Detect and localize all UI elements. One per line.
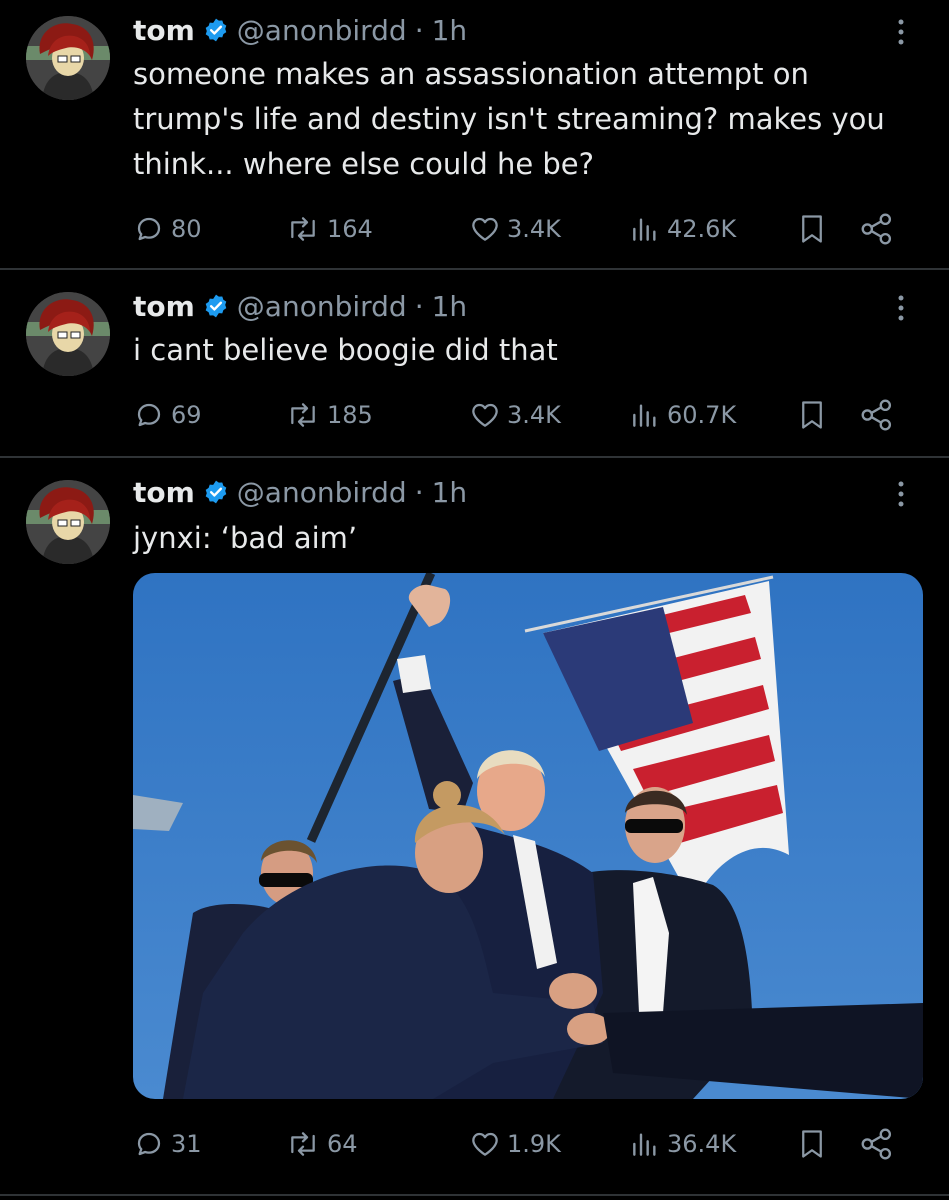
display-name[interactable]: tom xyxy=(133,14,195,47)
retweet-count: 185 xyxy=(327,401,373,429)
like-button[interactable]: 1.9K xyxy=(469,1124,561,1164)
avatar[interactable] xyxy=(26,292,110,376)
reply-button[interactable]: 69 xyxy=(133,395,202,435)
share-icon xyxy=(861,399,892,431)
bookmark-button[interactable] xyxy=(797,395,833,435)
more-icon[interactable] xyxy=(889,290,913,326)
tweet-text: i cant believe boogie did that xyxy=(133,333,558,367)
retweet-icon xyxy=(291,403,315,427)
retweet-count: 64 xyxy=(327,1130,358,1158)
more-icon[interactable] xyxy=(889,14,913,50)
retweet-button[interactable]: 185 xyxy=(285,395,373,435)
retweet-icon xyxy=(291,217,315,241)
timestamp[interactable]: 1h xyxy=(432,14,468,47)
views-icon xyxy=(633,404,656,427)
retweet-icon xyxy=(291,1132,315,1156)
like-button[interactable]: 3.4K xyxy=(469,209,561,249)
retweet-button[interactable]: 164 xyxy=(285,209,373,249)
verified-badge-icon xyxy=(205,480,227,504)
tweet-1[interactable]: tom @anonbirdd · 1h someone makes an ass… xyxy=(0,0,949,268)
reply-count: 31 xyxy=(171,1130,202,1158)
avatar[interactable] xyxy=(26,480,110,564)
retweet-button[interactable]: 64 xyxy=(285,1124,358,1164)
like-count: 3.4K xyxy=(507,401,561,429)
share-icon xyxy=(861,1128,892,1160)
tweet-header: tom @anonbirdd · 1h xyxy=(133,474,467,510)
reply-icon xyxy=(137,403,161,427)
handle[interactable]: @anonbirdd xyxy=(237,476,407,509)
views-button[interactable]: 60.7K xyxy=(629,395,736,435)
share-button[interactable] xyxy=(859,395,901,435)
verified-badge-icon xyxy=(205,18,227,42)
views-icon xyxy=(633,1133,656,1156)
handle[interactable]: @anonbirdd xyxy=(237,14,407,47)
more-icon[interactable] xyxy=(889,476,913,512)
views-count: 42.6K xyxy=(667,215,737,243)
bookmark-icon xyxy=(802,401,822,429)
reply-icon xyxy=(137,217,161,241)
reply-button[interactable]: 80 xyxy=(133,209,202,249)
action-bar: 80 164 3.4K 42.6K xyxy=(133,209,923,249)
like-button[interactable]: 3.4K xyxy=(469,395,561,435)
reply-count: 80 xyxy=(171,215,202,243)
bookmark-icon xyxy=(802,1130,822,1158)
timestamp[interactable]: 1h xyxy=(432,290,468,323)
views-button[interactable]: 42.6K xyxy=(629,209,736,249)
avatar[interactable] xyxy=(26,16,110,100)
share-button[interactable] xyxy=(859,1124,901,1164)
tweet-text: jynxi: ‘bad aim’ xyxy=(133,521,358,555)
like-icon xyxy=(472,1132,498,1156)
views-button[interactable]: 36.4K xyxy=(629,1124,736,1164)
separator: · xyxy=(414,13,424,47)
tweet-text: someone makes an assassionation attempt … xyxy=(133,57,885,181)
divider xyxy=(0,1194,949,1196)
share-button[interactable] xyxy=(859,209,901,249)
reply-button[interactable]: 31 xyxy=(133,1124,202,1164)
timestamp[interactable]: 1h xyxy=(432,476,468,509)
reply-icon xyxy=(137,1132,161,1156)
reply-count: 69 xyxy=(171,401,202,429)
tweet-3[interactable]: tom @anonbirdd · 1h jynxi: ‘bad aim’ 31 … xyxy=(0,458,949,1194)
action-bar: 69 185 3.4K 60.7K xyxy=(133,395,923,435)
views-count: 36.4K xyxy=(667,1130,737,1158)
tweet-2[interactable]: tom @anonbirdd · 1h i cant believe boogi… xyxy=(0,270,949,456)
bookmark-icon xyxy=(802,215,822,243)
separator: · xyxy=(414,289,424,323)
separator: · xyxy=(414,475,424,509)
display-name[interactable]: tom xyxy=(133,290,195,323)
display-name[interactable]: tom xyxy=(133,476,195,509)
views-count: 60.7K xyxy=(667,401,737,429)
photo-rally xyxy=(133,573,923,1099)
tweet-header: tom @anonbirdd · 1h xyxy=(133,12,467,48)
retweet-count: 164 xyxy=(327,215,373,243)
tweet-header: tom @anonbirdd · 1h xyxy=(133,288,467,324)
verified-badge-icon xyxy=(205,294,227,318)
share-icon xyxy=(861,213,892,245)
bookmark-button[interactable] xyxy=(797,209,833,249)
like-icon xyxy=(472,403,498,427)
like-count: 3.4K xyxy=(507,215,561,243)
media-photo[interactable] xyxy=(133,573,923,1099)
like-count: 1.9K xyxy=(507,1130,561,1158)
views-icon xyxy=(633,218,656,241)
bookmark-button[interactable] xyxy=(797,1124,833,1164)
action-bar: 31 64 1.9K 36.4K xyxy=(133,1124,923,1164)
like-icon xyxy=(472,217,498,241)
handle[interactable]: @anonbirdd xyxy=(237,290,407,323)
